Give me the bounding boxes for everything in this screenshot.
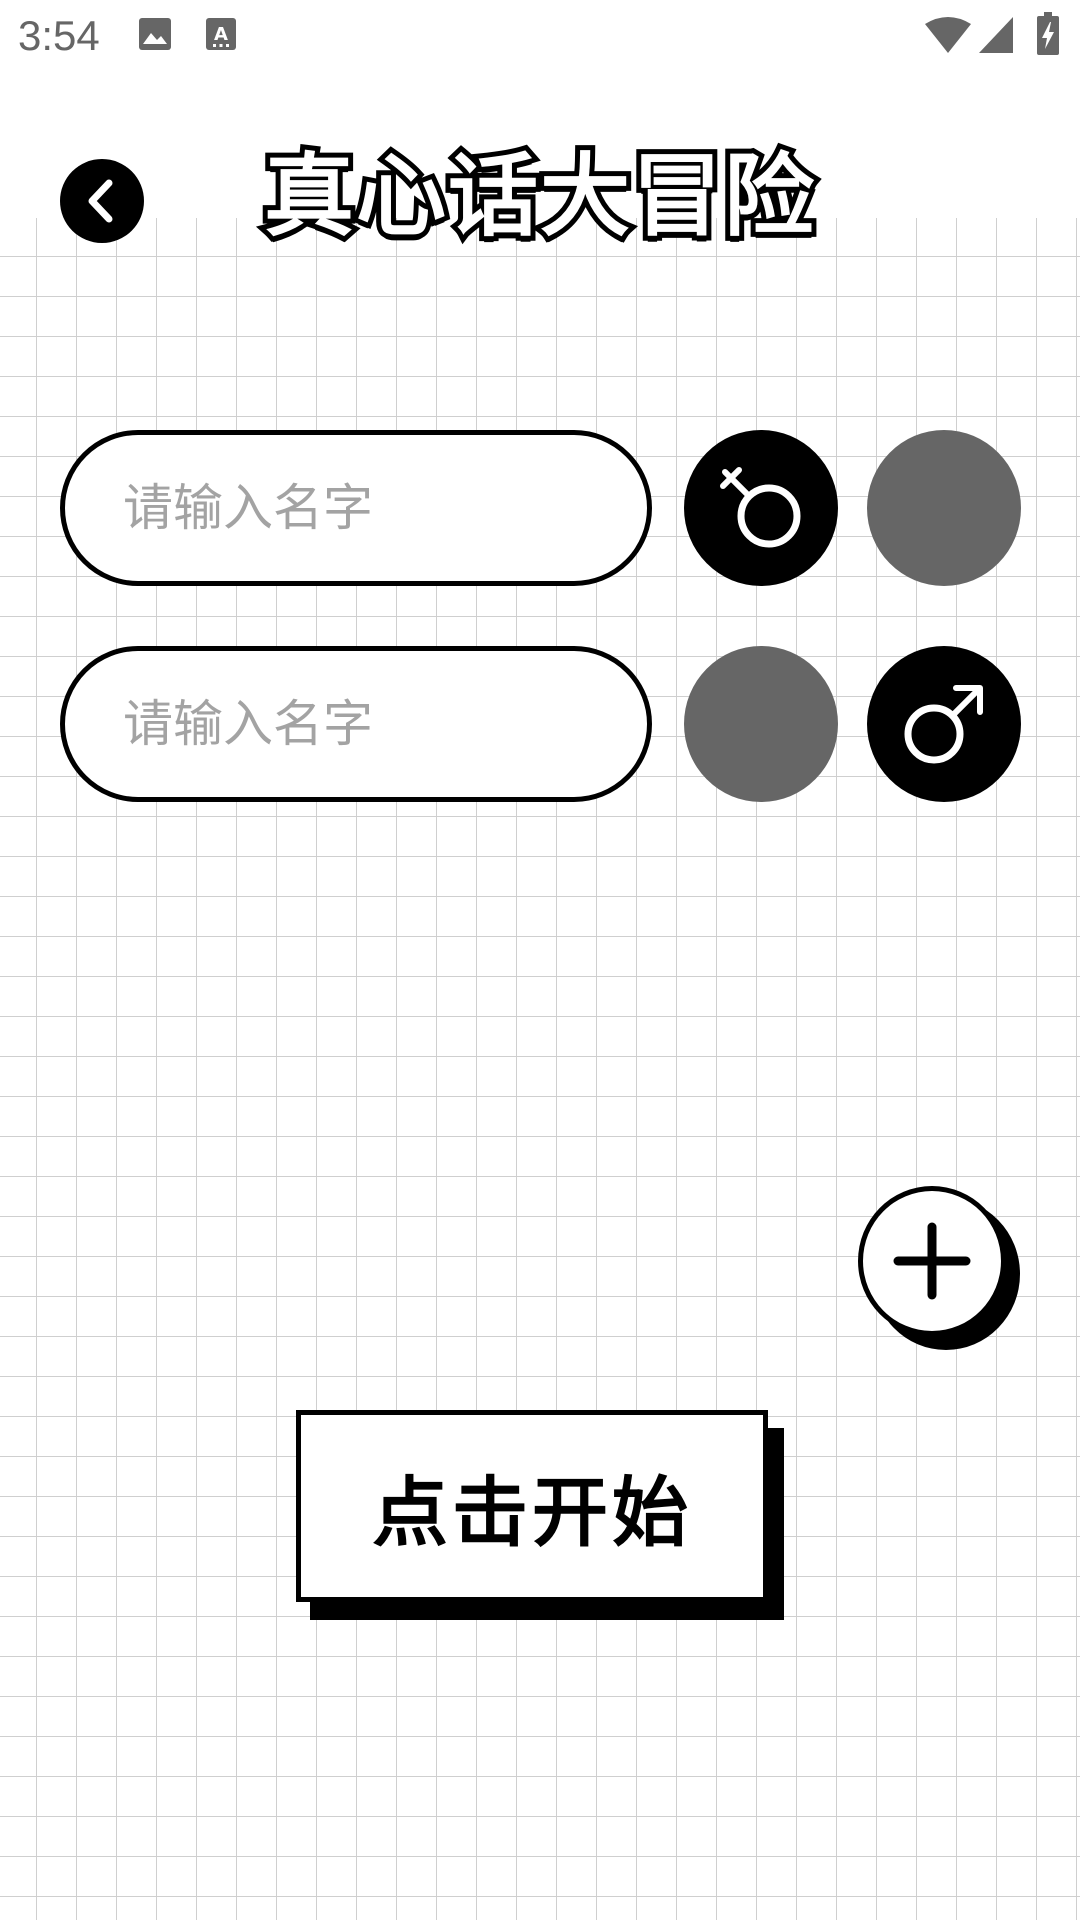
image-icon [139,18,171,50]
male-gender-button[interactable] [867,646,1021,802]
player-name-input[interactable] [60,646,652,802]
start-button[interactable]: 点击开始 [296,1410,768,1602]
female-gender-button[interactable] [684,430,838,586]
battery-charging-icon [1037,12,1059,55]
male-gender-button[interactable] [867,430,1021,586]
cell-signal-icon [979,17,1013,53]
female-symbol-icon [720,467,801,548]
player-name-input[interactable] [60,430,652,586]
page-title: 真心话大冒险 [259,139,819,254]
male-symbol-icon [904,685,983,764]
svg-text:A: A [214,24,228,45]
status-time: 3:54 [18,12,100,59]
text-a-icon: A [206,18,236,50]
chevron-left-icon [88,179,113,223]
player-row [0,430,1080,586]
female-gender-button[interactable] [684,646,838,802]
player-row [0,646,1080,802]
plus-icon [893,1222,971,1300]
wifi-icon [925,17,971,53]
status-bar: 3:54 A [0,0,1080,72]
back-button[interactable] [60,159,144,243]
add-player-button[interactable] [858,1186,1006,1336]
